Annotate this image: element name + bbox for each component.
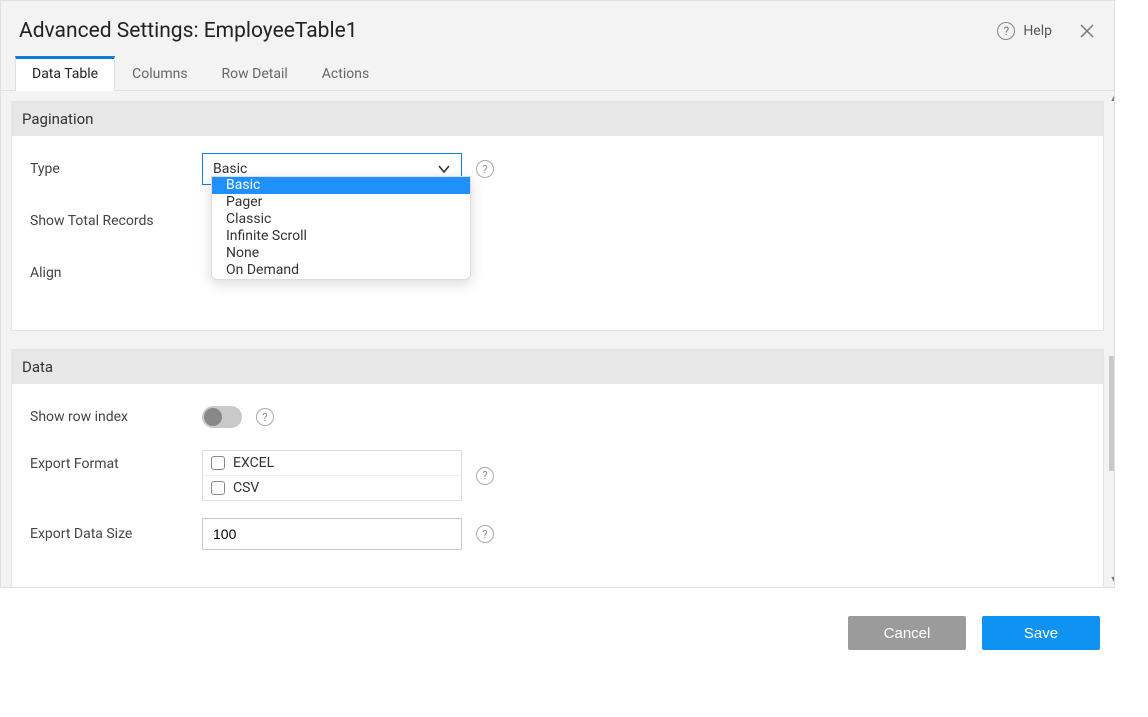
export-format-csv[interactable]: CSV xyxy=(203,476,461,500)
save-button[interactable]: Save xyxy=(982,616,1100,650)
export-data-size-label: Export Data Size xyxy=(30,526,202,542)
type-option-pager[interactable]: Pager xyxy=(212,194,470,211)
pagination-panel: Pagination Type Basic ? Show xyxy=(11,101,1104,331)
type-select-value: Basic xyxy=(213,161,247,177)
show-total-label: Show Total Records xyxy=(30,213,202,229)
scroll-down-icon[interactable]: ▼ xyxy=(1108,574,1114,585)
tab-columns[interactable]: Columns xyxy=(115,56,204,91)
export-format-excel[interactable]: EXCEL xyxy=(203,451,461,476)
row-export-format: Export Format EXCEL CSV xyxy=(30,450,1085,501)
help-link[interactable]: ? Help xyxy=(997,22,1052,40)
toggle-knob xyxy=(204,408,222,426)
scrollbar[interactable]: ▲ ▼ xyxy=(1106,91,1114,587)
export-format-hint-icon[interactable]: ? xyxy=(476,467,494,485)
cancel-button[interactable]: Cancel xyxy=(848,616,966,650)
export-format-label: Export Format xyxy=(30,450,202,472)
tab-actions[interactable]: Actions xyxy=(305,56,386,91)
type-hint-icon[interactable]: ? xyxy=(476,160,494,178)
help-icon: ? xyxy=(997,22,1015,40)
row-export-data-size: Export Data Size ? xyxy=(30,515,1085,553)
scroll-up-icon[interactable]: ▲ xyxy=(1108,93,1114,104)
close-icon xyxy=(1080,24,1094,38)
pagination-body: Type Basic ? Show Total Records xyxy=(12,136,1103,330)
row-align: Align xyxy=(30,254,1085,292)
align-label: Align xyxy=(30,265,202,281)
dialog-title: Advanced Settings: EmployeeTable1 xyxy=(19,19,997,43)
export-format-list: EXCEL CSV xyxy=(202,450,462,501)
row-type: Type Basic ? xyxy=(30,150,1085,188)
scroll-thumb[interactable] xyxy=(1109,356,1114,471)
data-body: Show row index ? Export Format xyxy=(12,384,1103,587)
data-header: Data xyxy=(12,350,1103,384)
show-row-index-toggle[interactable] xyxy=(202,406,242,428)
checkbox-icon xyxy=(211,456,225,470)
type-option-basic[interactable]: Basic xyxy=(212,177,470,194)
show-row-index-hint-icon[interactable]: ? xyxy=(256,408,274,426)
type-option-on-demand[interactable]: On Demand xyxy=(212,262,470,279)
export-data-size-hint-icon[interactable]: ? xyxy=(476,525,494,543)
show-row-index-label: Show row index xyxy=(30,409,202,425)
dialog-footer: Cancel Save xyxy=(0,588,1110,650)
dialog-header: Advanced Settings: EmployeeTable1 ? Help xyxy=(1,1,1114,53)
type-option-classic[interactable]: Classic xyxy=(212,211,470,228)
help-label: Help xyxy=(1023,23,1052,39)
row-show-total: Show Total Records xyxy=(30,202,1085,240)
export-format-option-label: EXCEL xyxy=(233,455,274,471)
type-option-infinite-scroll[interactable]: Infinite Scroll xyxy=(212,228,470,245)
content-scroll: Pagination Type Basic ? Show xyxy=(1,91,1114,587)
type-label: Type xyxy=(30,161,202,177)
content-area: Pagination Type Basic ? Show xyxy=(1,91,1114,587)
checkbox-icon xyxy=(211,481,225,495)
tab-data-table[interactable]: Data Table xyxy=(15,56,115,91)
data-panel: Data Show row index ? Export Format xyxy=(11,349,1104,587)
advanced-settings-dialog: Advanced Settings: EmployeeTable1 ? Help… xyxy=(0,0,1115,588)
type-dropdown[interactable]: Basic Pager Classic Infinite Scroll None… xyxy=(211,176,471,280)
type-option-none[interactable]: None xyxy=(212,245,470,262)
export-data-size-input[interactable] xyxy=(202,518,462,550)
pagination-header: Pagination xyxy=(12,102,1103,136)
tab-row-detail[interactable]: Row Detail xyxy=(205,56,305,91)
tabbar: Data Table Columns Row Detail Actions xyxy=(1,53,1114,91)
chevron-down-icon xyxy=(437,162,451,176)
close-button[interactable] xyxy=(1078,22,1096,40)
row-show-row-index: Show row index ? xyxy=(30,398,1085,436)
export-format-option-label: CSV xyxy=(233,480,259,496)
